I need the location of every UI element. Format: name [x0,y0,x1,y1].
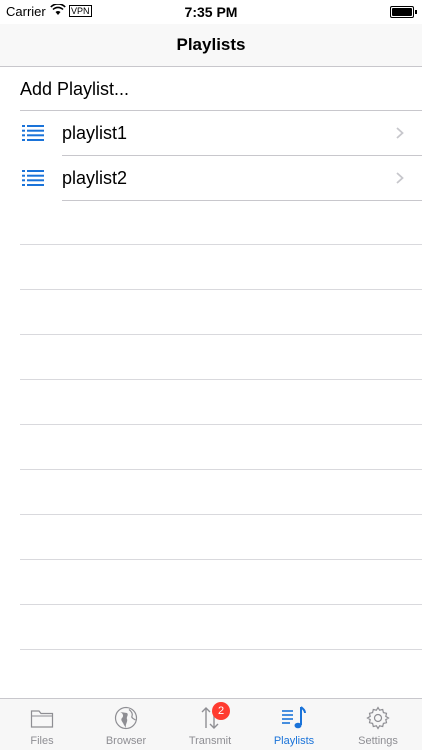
tab-transmit[interactable]: 2 Transmit [168,699,252,750]
tab-label: Settings [358,735,398,747]
empty-row [20,335,422,380]
list-item[interactable]: playlist1 [0,111,422,156]
tab-label: Files [30,735,54,747]
tab-playlists[interactable]: Playlists [252,699,336,750]
tab-browser[interactable]: Browser [84,699,168,750]
tab-settings[interactable]: Settings [336,699,420,750]
status-bar: Carrier VPN 7:35 PM [0,0,422,24]
page-title: Playlists [176,35,246,54]
navigation-bar: Playlists [0,24,422,67]
empty-row [20,470,422,515]
list-icon [22,125,44,141]
tab-bar: Files Browser 2 Transmit Playlists Setti… [0,698,422,750]
notification-badge: 2 [212,702,230,720]
chevron-right-icon [396,172,404,184]
chevron-right-icon [396,127,404,139]
empty-row [20,290,422,335]
battery-icon [390,6,417,18]
list-icon [22,170,44,186]
empty-row [20,200,422,245]
globe-icon [114,706,138,730]
list-item-label: playlist2 [62,168,128,188]
tab-label: Browser [105,735,147,747]
empty-row [20,605,422,650]
add-playlist-row[interactable]: Add Playlist... [0,67,422,111]
empty-row [20,245,422,290]
playlist-icon [282,706,306,729]
list-item[interactable]: playlist2 [0,156,422,201]
gear-icon [366,706,390,730]
tab-label: Transmit [188,735,232,747]
tab-label: Playlists [273,735,315,747]
status-time: 7:35 PM [184,4,238,20]
folder-icon [30,710,54,728]
playlist-list: Add Playlist... playlist1 playlist2 [0,67,422,201]
empty-row [20,425,422,470]
empty-row [20,380,422,425]
list-item-label: playlist1 [62,123,128,143]
empty-row [20,515,422,560]
empty-row [20,560,422,605]
tab-files[interactable]: Files [0,699,84,750]
add-playlist-label: Add Playlist... [20,79,130,99]
empty-rows [0,200,422,650]
